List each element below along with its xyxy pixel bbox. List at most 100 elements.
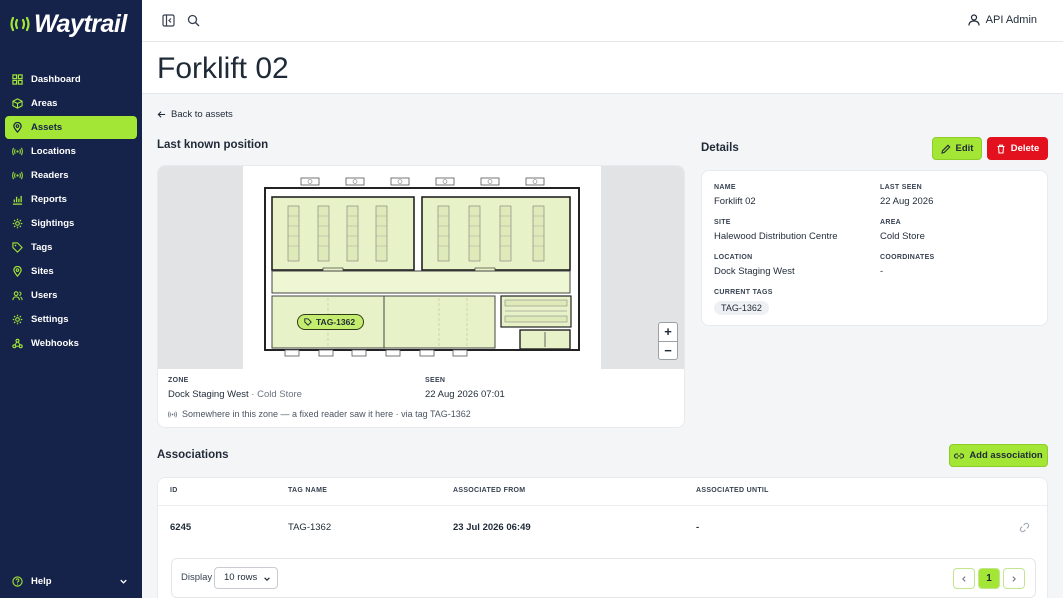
rows-per-page-value: 10 rows — [224, 572, 258, 583]
sidebar-item-label: Areas — [31, 98, 58, 109]
asset-tag-marker[interactable]: TAG-1362 — [297, 314, 365, 330]
sidebar-item-tags[interactable]: Tags — [5, 236, 137, 259]
detail-area: AREA Cold Store — [880, 219, 925, 242]
detail-last-seen: LAST SEEN 22 Aug 2026 — [880, 184, 933, 207]
users-icon — [12, 291, 23, 301]
help-icon — [12, 575, 23, 587]
sidebar-item-sightings[interactable]: Sightings — [5, 212, 137, 235]
zone-separator: · — [248, 389, 258, 400]
zoom-controls: + − — [658, 322, 678, 360]
sidebar-item-dashboard[interactable]: Dashboard — [5, 68, 137, 91]
chevron-right-icon — [1012, 575, 1016, 582]
title-bar: Forklift 02 — [142, 42, 1063, 94]
chevron-down-icon — [120, 579, 127, 584]
zoom-out-button[interactable]: − — [659, 341, 677, 359]
sidebar-item-areas[interactable]: Areas — [5, 92, 137, 115]
associations-table: ID TAG NAME ASSOCIATED FROM ASSOCIATED U… — [157, 477, 1048, 598]
position-note-text: Somewhere in this zone — a fixed reader … — [182, 409, 471, 419]
column-header-associated-until[interactable]: ASSOCIATED UNTIL — [696, 487, 769, 494]
back-to-assets-link[interactable]: Back to assets — [157, 109, 233, 120]
sidebar-item-label: Locations — [31, 146, 76, 157]
detail-value: Halewood Distribution Centre — [714, 231, 838, 242]
zone-field: ZONE Dock Staging West · Cold Store — [168, 377, 302, 400]
cell-tag-name: TAG-1362 — [288, 522, 332, 533]
waytrail-logo-icon — [10, 16, 30, 32]
detail-name: NAME Forklift 02 — [714, 184, 756, 207]
sidebar-item-sites[interactable]: Sites — [5, 260, 137, 283]
tag-chip[interactable]: TAG-1362 — [714, 301, 769, 315]
page-button-current[interactable]: 1 — [978, 568, 1000, 589]
help-label: Help — [31, 575, 52, 587]
logo[interactable]: Waytrail — [10, 10, 127, 38]
chevron-down-icon — [264, 577, 270, 582]
delete-label: Delete — [1010, 143, 1040, 154]
detail-label: SITE — [714, 219, 731, 226]
position-heading: Last known position — [157, 139, 269, 151]
display-label: Display — [181, 572, 213, 583]
user-name: API Admin — [985, 14, 1037, 26]
rows-per-page-select[interactable]: 10 rows — [214, 567, 278, 589]
delete-button[interactable]: Delete — [987, 137, 1048, 160]
edit-button[interactable]: Edit — [932, 137, 982, 160]
search-icon[interactable] — [187, 14, 200, 27]
signal-icon — [12, 171, 23, 180]
seen-label: SEEN — [425, 377, 446, 384]
chart-icon — [12, 195, 23, 205]
detail-label: CURRENT TAGS — [714, 289, 773, 296]
map-viewport[interactable]: TAG-1362 + − — [158, 166, 684, 369]
zone-label: ZONE — [168, 377, 189, 384]
zone-area: Cold Store — [257, 389, 302, 400]
sidebar-item-users[interactable]: Users — [5, 284, 137, 307]
sidebar-item-label: Sites — [31, 266, 54, 277]
detail-location: LOCATION Dock Staging West — [714, 254, 795, 277]
signal-icon — [12, 147, 23, 156]
sidebar-item-reports[interactable]: Reports — [5, 188, 137, 211]
sidebar-item-label: Sightings — [31, 218, 75, 229]
sidebar-nav: Dashboard Areas Assets Locations Readers… — [5, 68, 137, 356]
associations-heading: Associations — [157, 449, 229, 461]
gear-icon — [12, 314, 23, 325]
column-header-id[interactable]: ID — [170, 487, 178, 494]
sidebar-help[interactable]: Help — [5, 570, 137, 592]
unlink-icon[interactable] — [1019, 522, 1030, 533]
sidebar-item-locations[interactable]: Locations — [5, 140, 137, 163]
tag-icon — [304, 318, 312, 326]
previous-page-button[interactable] — [953, 568, 975, 589]
pin-icon — [13, 122, 22, 133]
tag-icon — [12, 242, 23, 253]
signal-icon — [168, 410, 177, 418]
column-header-tag-name[interactable]: TAG NAME — [288, 487, 327, 494]
detail-label: LAST SEEN — [880, 184, 922, 191]
detail-coordinates: COORDINATES - — [880, 254, 935, 277]
sidebar-toggle-icon[interactable] — [162, 14, 175, 27]
link-icon — [954, 452, 965, 459]
top-bar: API Admin — [142, 0, 1063, 42]
page-title: Forklift 02 — [157, 52, 289, 85]
column-header-associated-from[interactable]: ASSOCIATED FROM — [453, 487, 525, 494]
next-page-button[interactable] — [1003, 568, 1025, 589]
arrow-left-icon — [157, 111, 166, 118]
trash-icon — [997, 144, 1005, 154]
details-heading: Details — [701, 142, 739, 154]
detail-label: LOCATION — [714, 254, 753, 261]
cell-id: 6245 — [170, 522, 192, 533]
detail-value: 22 Aug 2026 — [880, 196, 934, 207]
position-note: Somewhere in this zone — a fixed reader … — [168, 409, 471, 419]
detail-value: Forklift 02 — [714, 196, 756, 207]
chevron-left-icon — [962, 575, 966, 582]
add-association-button[interactable]: Add association — [949, 444, 1048, 467]
sidebar: Waytrail Dashboard Areas Assets Location… — [0, 0, 142, 598]
pencil-icon — [940, 144, 950, 154]
sidebar-item-assets[interactable]: Assets — [5, 116, 137, 139]
sidebar-item-settings[interactable]: Settings — [5, 308, 137, 331]
grid-icon — [12, 74, 23, 85]
position-card: TAG-1362 + − ZONE Dock Staging West · Co… — [157, 165, 685, 428]
edit-label: Edit — [955, 143, 974, 154]
detail-value: Cold Store — [880, 231, 925, 242]
sidebar-item-webhooks[interactable]: Webhooks — [5, 332, 137, 355]
zoom-in-button[interactable]: + — [659, 323, 677, 341]
pagination-bar: Display 10 rows 1 — [171, 558, 1036, 598]
user-menu[interactable]: API Admin — [968, 14, 1037, 26]
sidebar-item-readers[interactable]: Readers — [5, 164, 137, 187]
detail-label: COORDINATES — [880, 254, 935, 261]
